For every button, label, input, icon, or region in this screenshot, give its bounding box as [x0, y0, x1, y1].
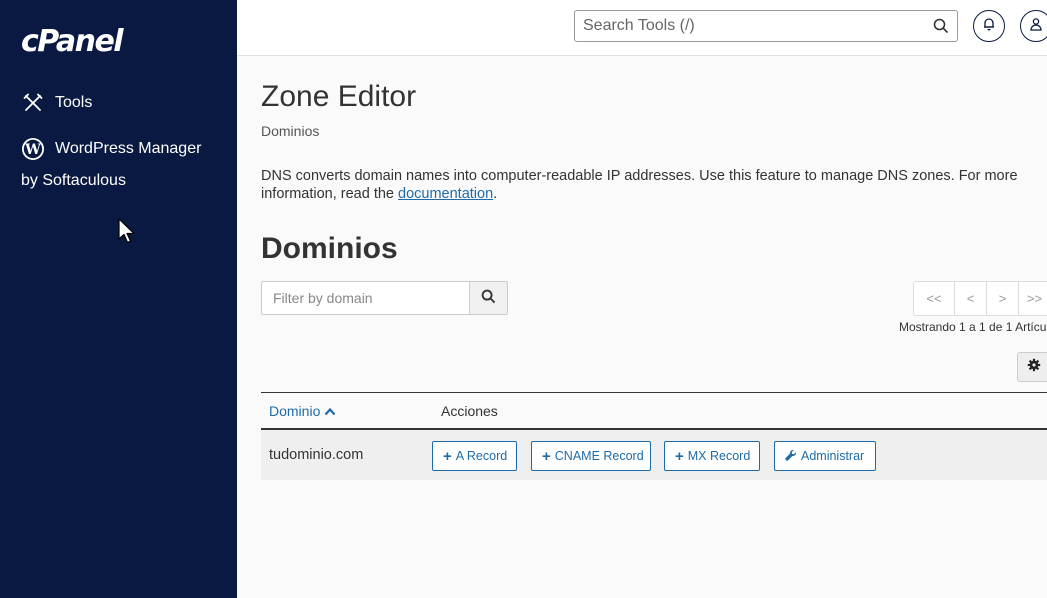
filter-search-button[interactable]: [469, 281, 508, 315]
documentation-link[interactable]: documentation: [398, 186, 493, 202]
table-header: Dominio Acciones: [261, 392, 1047, 430]
search-tools-input[interactable]: [575, 11, 915, 41]
plus-icon: +: [542, 447, 551, 465]
wordpress-icon: W: [21, 137, 45, 161]
page-title: Zone Editor: [261, 80, 417, 113]
user-menu-button[interactable]: [1020, 10, 1047, 42]
mouse-cursor-icon: [118, 218, 138, 251]
domain-filter: [261, 281, 508, 315]
add-mx-record-button[interactable]: + MX Record: [664, 441, 760, 471]
search-tools-box: [574, 10, 958, 42]
description-end: .: [493, 186, 498, 202]
pager-last[interactable]: >>: [1018, 281, 1047, 316]
sidebar-item-label: Tools: [55, 94, 93, 111]
manage-zone-button[interactable]: Administrar: [774, 441, 876, 471]
add-cname-record-button[interactable]: + CNAME Record: [531, 441, 651, 471]
breadcrumb[interactable]: Dominios: [261, 123, 319, 139]
domains-table: Dominio Acciones tudominio.com + A Recor…: [261, 392, 1047, 480]
cpanel-logo[interactable]: cPanel: [21, 24, 124, 59]
column-header-domain[interactable]: Dominio: [269, 403, 336, 419]
plus-icon: +: [443, 447, 452, 465]
button-label: CNAME Record: [554, 449, 644, 463]
column-label: Dominio: [269, 403, 321, 419]
user-icon: [1029, 17, 1043, 36]
button-label: Administrar: [801, 449, 865, 463]
settings-dropdown-button[interactable]: [1017, 352, 1047, 382]
button-label: MX Record: [687, 449, 751, 463]
description-text: DNS converts domain names into computer-…: [261, 168, 1018, 202]
sidebar: cPanel Tools W WordPress Manager by Soft…: [0, 0, 237, 598]
button-label: A Record: [455, 449, 508, 463]
sort-ascending-icon: [324, 403, 336, 419]
notifications-button[interactable]: [973, 10, 1005, 42]
pagination: << < > >>: [913, 281, 1047, 316]
table-row: tudominio.com + A Record + CNAME Record …: [261, 430, 1047, 480]
column-header-actions: Acciones: [441, 403, 498, 419]
sidebar-item-wordpress-manager[interactable]: W WordPress Manager: [21, 137, 201, 161]
gear-icon: [1027, 358, 1041, 377]
domain-cell: tudominio.com: [269, 447, 364, 463]
section-title: Dominios: [261, 232, 398, 265]
wrench-icon: [785, 449, 797, 464]
add-a-record-button[interactable]: + A Record: [432, 441, 517, 471]
page-description: DNS converts domain names into computer-…: [261, 167, 1047, 203]
top-header: [237, 0, 1047, 56]
pagination-status: Mostrando 1 a 1 de 1 Artículos: [899, 320, 1047, 334]
tools-icon: [21, 91, 45, 115]
svg-text:W: W: [24, 142, 41, 158]
bell-icon: [982, 17, 996, 36]
plus-icon: +: [675, 447, 684, 465]
pager-first[interactable]: <<: [913, 281, 955, 316]
filter-domain-input[interactable]: [261, 281, 469, 315]
sidebar-item-sublabel[interactable]: by Softaculous: [21, 172, 126, 190]
search-icon[interactable]: [933, 18, 949, 39]
pager-prev[interactable]: <: [954, 281, 987, 316]
pager-next[interactable]: >: [986, 281, 1019, 316]
search-icon: [481, 289, 496, 307]
sidebar-item-label: WordPress Manager: [55, 140, 202, 157]
sidebar-item-tools[interactable]: Tools: [21, 91, 92, 115]
